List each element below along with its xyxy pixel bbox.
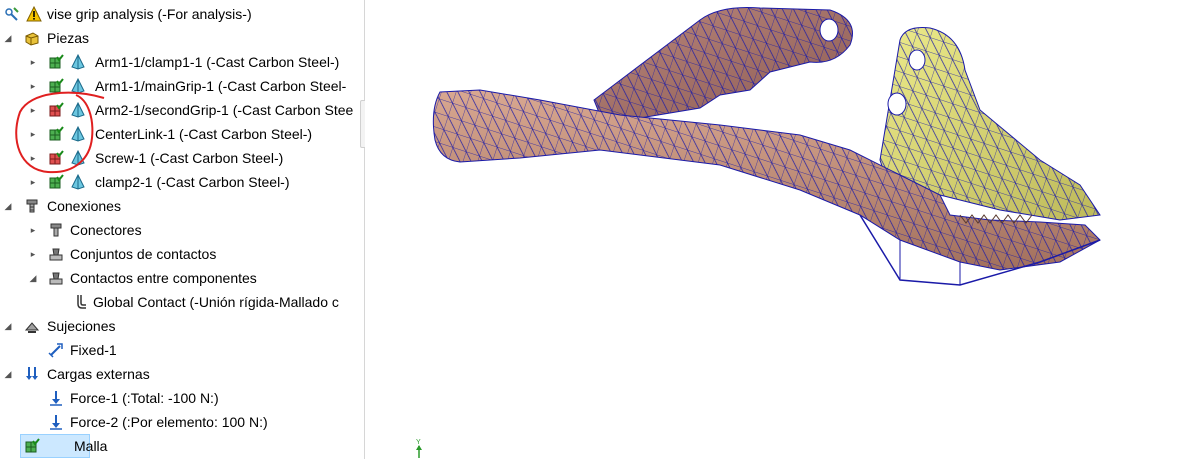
triad-y-label: Y xyxy=(416,439,421,446)
connections-label: Conexiones xyxy=(47,198,121,214)
expand-arrow-icon[interactable]: ▸ xyxy=(28,218,38,242)
collapse-arrow-icon[interactable]: ◢ xyxy=(28,266,38,290)
connectors-label: Conectores xyxy=(70,222,142,238)
axis-triad-icon: Y xyxy=(416,439,422,458)
mesh-part-icon xyxy=(49,150,64,165)
parts-folder-icon xyxy=(25,32,39,46)
force-arrow-icon xyxy=(50,391,62,406)
external-loads-icon xyxy=(26,367,38,380)
force-arrow-icon xyxy=(50,415,62,430)
expand-arrow-icon[interactable]: ▸ xyxy=(28,74,38,98)
graphics-viewport[interactable]: Y xyxy=(365,0,1179,459)
part-label: CenterLink-1 (-Cast Carbon Steel-) xyxy=(95,126,313,142)
vise-grip-mesh-model[interactable] xyxy=(365,0,1179,459)
global-contact-icon xyxy=(77,295,86,309)
component-contacts-label: Contactos entre componentes xyxy=(70,270,257,286)
study-title: vise grip analysis (-For analysis-) xyxy=(47,6,252,22)
material-icon xyxy=(71,174,85,190)
collapse-arrow-icon[interactable]: ◢ xyxy=(3,362,13,386)
expand-arrow-icon[interactable]: ▸ xyxy=(28,50,38,74)
expand-arrow-icon[interactable]: ▸ xyxy=(28,98,38,122)
mesh-part-icon xyxy=(49,54,64,69)
part-label: clamp2-1 (-Cast Carbon Steel-) xyxy=(95,174,290,190)
fixtures-icon xyxy=(24,322,40,333)
upper-arm-part[interactable] xyxy=(593,7,853,119)
expand-arrow-icon[interactable]: ▸ xyxy=(28,122,38,146)
part-label: Screw-1 (-Cast Carbon Steel-) xyxy=(95,150,284,166)
mesh-icon xyxy=(25,438,40,453)
mesh-part-icon xyxy=(49,126,64,141)
part-label: Arm1-1/mainGrip-1 (-Cast Carbon Steel- xyxy=(95,78,347,94)
simulation-tree-panel: vise grip analysis (-For analysis-) ◢ Pi… xyxy=(0,0,365,459)
study-icon xyxy=(5,7,19,21)
warning-icon xyxy=(26,6,42,22)
expand-arrow-icon[interactable]: ▸ xyxy=(28,146,38,170)
collapse-arrow-icon[interactable]: ◢ xyxy=(3,26,13,50)
fixtures-label: Sujeciones xyxy=(47,318,116,334)
external-loads-label: Cargas externas xyxy=(47,366,150,382)
collapse-arrow-icon[interactable]: ◢ xyxy=(3,194,13,218)
material-icon xyxy=(71,78,85,94)
expand-arrow-icon[interactable]: ▸ xyxy=(28,170,38,194)
material-icon xyxy=(71,102,85,118)
force-1-label: Force-1 (:Total: -100 N:) xyxy=(70,390,219,406)
mesh-label: Malla xyxy=(74,438,108,454)
collapse-arrow-icon[interactable]: ◢ xyxy=(3,314,13,338)
tree-node-mesh[interactable]: Malla xyxy=(20,434,107,458)
orientation-triad: Y xyxy=(414,436,428,459)
part-label: Arm1-1/clamp1-1 (-Cast Carbon Steel-) xyxy=(95,54,340,70)
parts-label: Piezas xyxy=(47,30,90,46)
material-icon xyxy=(71,150,85,166)
material-icon xyxy=(71,126,85,142)
contact-set-icon xyxy=(49,248,63,261)
contact-sets-label: Conjuntos de contactos xyxy=(70,246,217,262)
connector-icon xyxy=(50,223,62,237)
mesh-part-icon xyxy=(49,102,64,117)
material-icon xyxy=(71,54,85,70)
global-contact-label: Global Contact (-Unión rígida-Mallado c xyxy=(93,294,339,310)
fixed-geometry-icon xyxy=(48,343,63,358)
expand-arrow-icon[interactable]: ▸ xyxy=(28,242,38,266)
fixed-label: Fixed-1 xyxy=(70,342,117,358)
component-contact-icon xyxy=(49,272,63,285)
mesh-part-icon xyxy=(49,174,64,189)
part-label: Arm2-1/secondGrip-1 (-Cast Carbon Stee xyxy=(95,102,354,118)
connections-icon xyxy=(26,199,38,213)
force-2-label: Force-2 (:Por elemento: 100 N:) xyxy=(70,414,268,430)
mesh-part-icon xyxy=(49,78,64,93)
